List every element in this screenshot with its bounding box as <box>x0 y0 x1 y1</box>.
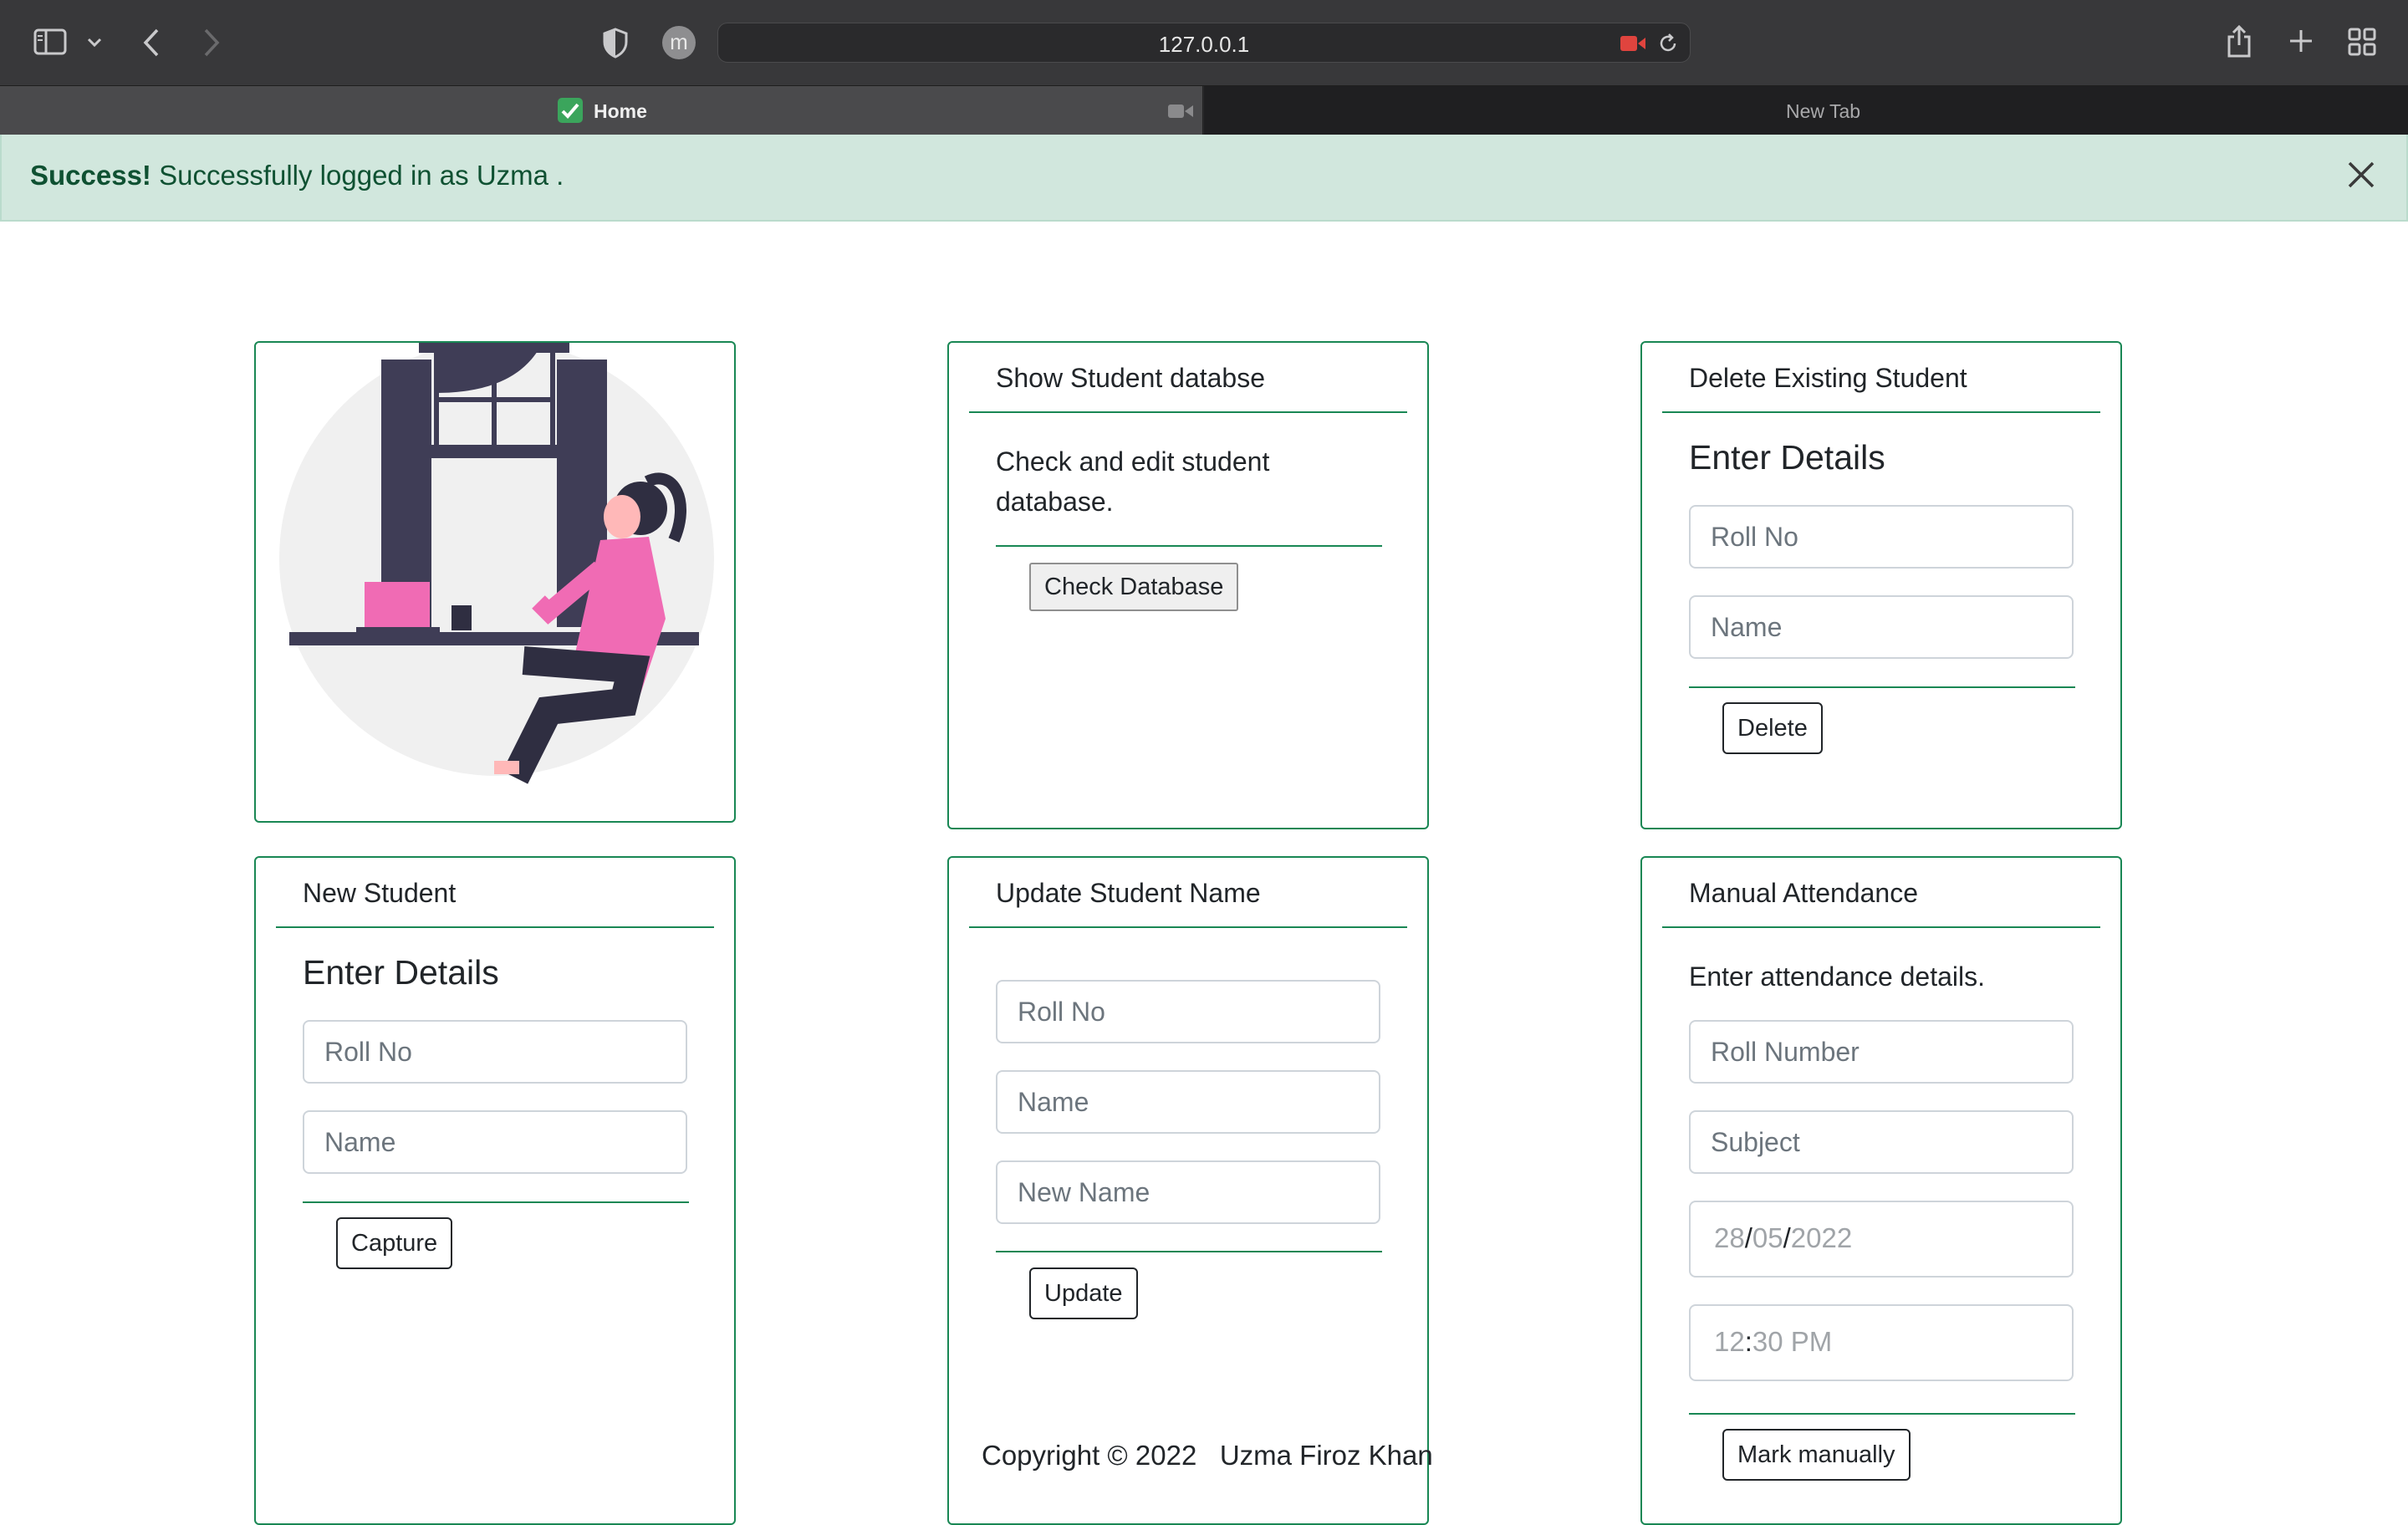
date-day: 28 <box>1714 1222 1745 1253</box>
forward-icon[interactable] <box>202 28 221 58</box>
delete-details-title: Enter Details <box>1689 438 1885 477</box>
alert-strong: Success! <box>30 160 151 191</box>
success-alert: Success! Successfully logged in as Uzma … <box>0 135 2408 222</box>
card-header: Update Student Name <box>969 858 1407 928</box>
sidebar-icon[interactable] <box>33 28 67 55</box>
tab-bar: Home New Tab <box>0 86 2408 135</box>
new-student-card: New Student Enter Details Capture <box>254 856 736 1525</box>
attendance-roll-input[interactable] <box>1689 1020 2074 1084</box>
back-icon[interactable] <box>142 28 161 58</box>
url-text: 127.0.0.1 <box>1158 32 1250 57</box>
address-bar[interactable]: 127.0.0.1 <box>717 23 1691 63</box>
privacy-shield-icon[interactable] <box>602 27 629 59</box>
manual-attendance-header: Manual Attendance <box>1689 878 1918 908</box>
update-name-input[interactable] <box>996 1070 1380 1134</box>
date-year: 2022 <box>1790 1222 1853 1253</box>
update-student-header: Update Student Name <box>996 878 1261 908</box>
update-new-name-input[interactable] <box>996 1160 1380 1224</box>
tab-overview-icon[interactable] <box>2348 28 2376 56</box>
divider <box>1689 1413 2075 1415</box>
camera-icon[interactable] <box>1167 103 1194 120</box>
new-student-name-input[interactable] <box>303 1110 687 1174</box>
chevron-down-icon[interactable] <box>87 37 102 48</box>
checkmark-favicon-icon <box>558 98 583 123</box>
card-header: Delete Existing Student <box>1662 343 2100 413</box>
update-roll-input[interactable] <box>996 980 1380 1043</box>
capture-button[interactable]: Capture <box>336 1217 453 1269</box>
profile-avatar[interactable]: m <box>662 26 696 59</box>
card-header: New Student <box>276 858 714 928</box>
divider <box>996 545 1382 547</box>
close-icon[interactable] <box>2341 155 2381 195</box>
update-button[interactable]: Update <box>1029 1267 1138 1319</box>
alert-message: Success! Successfully logged in as Uzma … <box>30 160 564 191</box>
illustration-card <box>254 341 736 823</box>
tab-home-label: Home <box>594 100 647 122</box>
divider <box>303 1201 689 1203</box>
new-tab-icon[interactable] <box>2288 28 2314 54</box>
date-month: 05 <box>1752 1222 1783 1253</box>
delete-student-card: Delete Existing Student Enter Details De… <box>1640 341 2122 829</box>
new-student-roll-input[interactable] <box>303 1020 687 1084</box>
card-header: Show Student databse <box>969 343 1407 413</box>
check-database-button[interactable]: Check Database <box>1029 563 1239 611</box>
alert-text: Successfully logged in as Uzma . <box>159 160 564 191</box>
delete-name-input[interactable] <box>1689 595 2074 659</box>
camera-recording-icon[interactable] <box>1620 34 1646 53</box>
divider <box>1689 686 2075 688</box>
delete-student-header: Delete Existing Student <box>1689 363 1967 393</box>
woman-at-desk-illustration <box>279 343 714 784</box>
new-student-header: New Student <box>303 878 457 908</box>
tab-home[interactable]: Home <box>0 86 1203 135</box>
show-database-text: Check and edit student database. <box>996 446 1270 517</box>
tab-new-tab[interactable]: New Tab <box>1204 86 2408 135</box>
show-database-header: Show Student databse <box>996 363 1266 393</box>
delete-roll-input[interactable] <box>1689 505 2074 569</box>
footer: Copyright © 2022 Uzma Firoz Khan <box>982 1440 1433 1471</box>
footer-copyright: Copyright © 2022 <box>982 1440 1197 1471</box>
delete-button[interactable]: Delete <box>1722 702 1823 754</box>
manual-attendance-card: Manual Attendance Enter attendance detai… <box>1640 856 2122 1525</box>
time-value: 12:30 PM <box>1714 1326 1833 1357</box>
time-minute: 30 <box>1752 1326 1783 1357</box>
new-student-details-title: Enter Details <box>303 953 499 992</box>
time-period: PM <box>1790 1326 1833 1357</box>
attendance-date-input[interactable]: 28/05/2022 <box>1689 1201 2074 1278</box>
mark-manually-button[interactable]: Mark manually <box>1722 1429 1911 1481</box>
update-student-card: Update Student Name Update <box>947 856 1429 1525</box>
footer-author: Uzma Firoz Khan <box>1219 1440 1433 1471</box>
divider <box>996 1251 1382 1252</box>
date-value: 28/05/2022 <box>1714 1222 1853 1253</box>
reload-icon[interactable] <box>1656 32 1680 55</box>
card-header: Manual Attendance <box>1662 858 2100 928</box>
attendance-text: Enter attendance details. <box>1689 961 1986 992</box>
tab-new-tab-label: New Tab <box>1786 100 1861 122</box>
time-hour: 12 <box>1714 1326 1745 1357</box>
share-icon[interactable] <box>2226 23 2252 59</box>
browser-toolbar: m 127.0.0.1 <box>0 0 2408 86</box>
attendance-subject-input[interactable] <box>1689 1110 2074 1174</box>
attendance-time-input[interactable]: 12:30 PM <box>1689 1304 2074 1381</box>
show-database-card: Show Student databse Check and edit stud… <box>947 341 1429 829</box>
